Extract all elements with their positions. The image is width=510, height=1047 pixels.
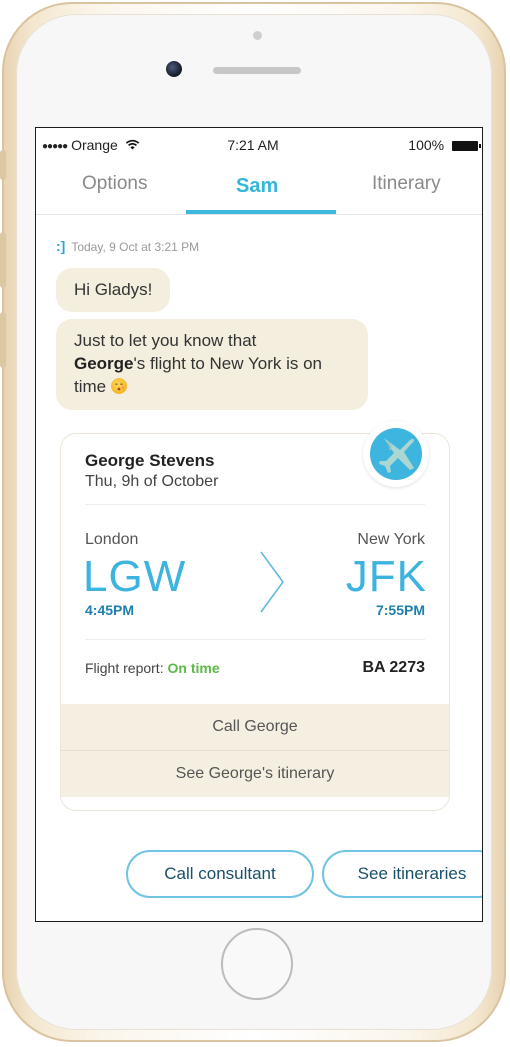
message-bubble: Hi Gladys!: [56, 268, 171, 312]
destination-city: New York: [357, 531, 425, 548]
airplane-icon: [370, 428, 422, 480]
tab-options[interactable]: Options: [82, 173, 147, 195]
tab-sam[interactable]: Sam: [236, 175, 278, 198]
flight-date: Thu, 9h of October: [85, 473, 219, 490]
timestamp-text: Today, 9 Oct at 3:21 PM: [71, 240, 200, 254]
battery-indicator: 100%: [408, 137, 481, 153]
flight-badge: [363, 421, 429, 487]
divider: [85, 504, 425, 505]
proximity-sensor: [253, 31, 262, 40]
origin-city: London: [85, 531, 139, 548]
passenger-name: George Stevens: [85, 451, 215, 470]
emoji-icon: [110, 378, 127, 394]
message-highlight-name: George: [74, 354, 134, 373]
tab-itinerary[interactable]: Itinerary: [372, 173, 441, 195]
volume-down-button: [0, 312, 6, 368]
chat-timestamp: :] Today, 9 Oct at 3:21 PM: [56, 238, 199, 254]
call-george-button[interactable]: Call George: [61, 704, 449, 751]
flight-report: Flight report: On time: [85, 660, 220, 676]
battery-percentage: 100%: [408, 137, 445, 153]
bot-logo-icon: :]: [56, 238, 66, 254]
origin-code: LGW: [83, 552, 187, 601]
destination-code: JFK: [345, 552, 427, 601]
battery-icon: [452, 141, 481, 151]
app-screen: ●●●●● Orange 7:21 AM 100% Options Sam It…: [35, 127, 483, 922]
front-camera: [166, 61, 182, 77]
chevron-right-icon: [260, 551, 284, 613]
earpiece-speaker: [213, 67, 301, 74]
volume-up-button: [0, 232, 6, 288]
call-consultant-button[interactable]: Call consultant: [126, 850, 314, 898]
report-label: Flight report:: [85, 660, 164, 676]
flight-number: BA 2273: [362, 659, 425, 676]
report-status: On time: [167, 660, 220, 676]
arrival-time: 7:55PM: [375, 602, 425, 618]
status-bar: ●●●●● Orange 7:21 AM 100%: [36, 128, 482, 158]
divider: [85, 639, 425, 640]
see-itineraries-button[interactable]: See itineraries: [322, 850, 482, 898]
message-text: Just to let you know that: [74, 331, 257, 350]
mute-switch: [0, 150, 6, 180]
tab-bar: Options Sam Itinerary: [36, 158, 482, 215]
home-button[interactable]: [221, 928, 293, 1000]
departure-time: 4:45PM: [85, 602, 135, 618]
see-itinerary-button[interactable]: See George's itinerary: [61, 751, 449, 797]
flight-card[interactable]: George Stevens Thu, 9h of October London…: [60, 433, 450, 811]
message-bubble: Just to let you know that George's fligh…: [56, 319, 368, 410]
active-tab-indicator: [186, 210, 336, 214]
